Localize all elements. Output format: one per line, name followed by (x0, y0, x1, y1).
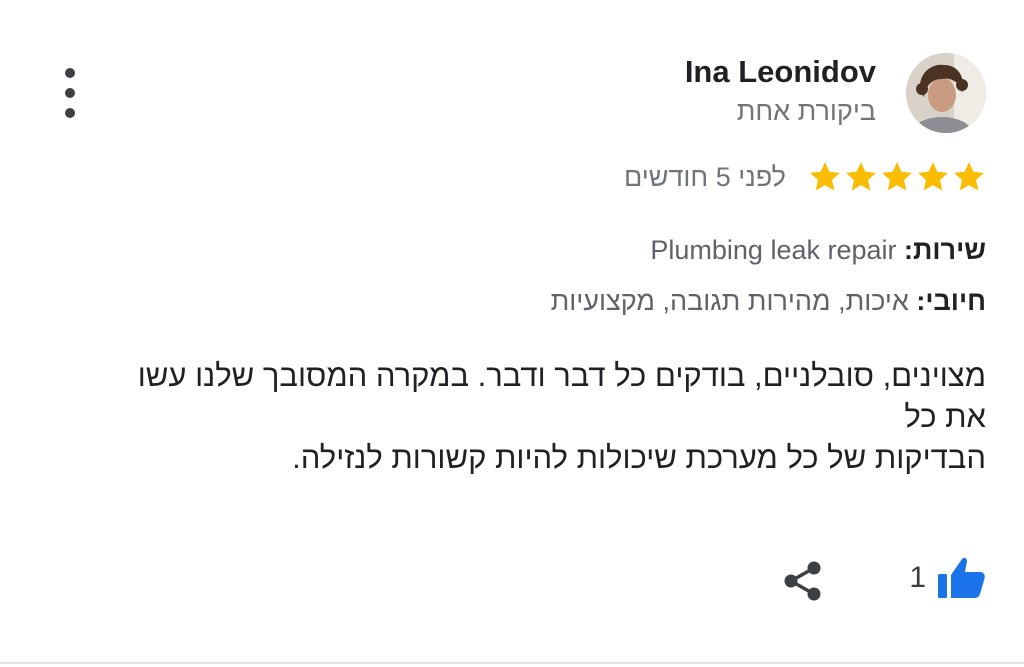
star-icon (810, 162, 840, 191)
review-text: מצוינים, סובלניים, בודקים כל דבר ודבר. ב… (26, 355, 986, 478)
service-line: שירות: Plumbing leak repair (650, 235, 986, 266)
service-value: Plumbing leak repair (650, 235, 897, 265)
review-count: ביקורת אחת (736, 96, 876, 126)
positive-label: חיובי: (916, 286, 986, 316)
review-line: הבדיקות של כל מערכת שיכולות להיות קשורות… (292, 440, 986, 475)
menu-dot (65, 108, 75, 118)
star-icon (846, 162, 876, 191)
star-icon (954, 162, 984, 191)
service-label: שירות: (904, 235, 986, 265)
star-icon (918, 162, 948, 191)
star-icon (882, 162, 912, 191)
like-count: 1 (909, 561, 926, 594)
reviewer-name[interactable]: Ina Leonidov (685, 54, 876, 90)
thumbs-up-icon (938, 557, 985, 598)
more-options-icon[interactable] (56, 68, 84, 118)
divider (0, 662, 1024, 664)
rating-row: לפני 5 חודשים (624, 160, 986, 194)
positive-line: חיובי: איכות, מהירות תגובה, מקצועיות (551, 286, 986, 317)
share-icon[interactable] (782, 560, 824, 602)
avatar-photo (906, 53, 986, 133)
positive-value: איכות, מהירות תגובה, מקצועיות (550, 286, 909, 316)
review-line: את כל (904, 399, 986, 434)
avatar[interactable] (906, 53, 986, 133)
star-rating (808, 160, 986, 194)
review-time: לפני 5 חודשים (623, 161, 786, 192)
menu-dot (65, 88, 75, 98)
review-line: מצוינים, סובלניים, בודקים כל דבר ודבר. ב… (137, 358, 986, 393)
menu-dot (65, 68, 75, 78)
like-button[interactable]: 1 (909, 556, 986, 600)
